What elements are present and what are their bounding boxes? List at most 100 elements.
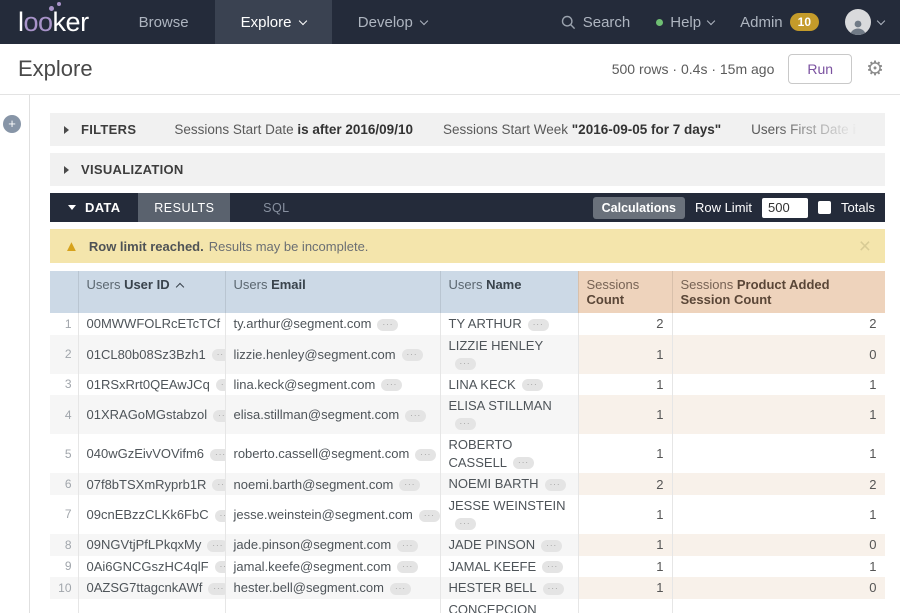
visualization-bar[interactable]: VISUALIZATION	[50, 153, 885, 186]
cell-menu-icon[interactable]: ···	[213, 410, 225, 422]
table-cell[interactable]: 1	[578, 335, 672, 374]
filter-item[interactable]: Sessions Start Week "2016-09-05 for 7 da…	[443, 122, 721, 137]
table-cell[interactable]: concepcion.packard@segment.com···	[225, 599, 440, 613]
run-button[interactable]: Run	[788, 54, 852, 84]
cell-menu-icon[interactable]: ···	[215, 561, 225, 573]
search-button[interactable]: Search	[561, 14, 631, 31]
cell-menu-icon[interactable]: ···	[419, 510, 440, 522]
table-cell[interactable]: 00MWWFOLRcETcTCf···	[78, 313, 225, 335]
table-cell[interactable]: 1	[578, 599, 672, 613]
table-cell[interactable]: 07f8bTSXmRyprb1R···	[78, 473, 225, 495]
cell-menu-icon[interactable]: ···	[210, 449, 225, 461]
cell-menu-icon[interactable]: ···	[399, 479, 420, 491]
table-cell[interactable]: 0	[672, 577, 885, 599]
column-header[interactable]: Users Name	[440, 271, 578, 313]
table-cell[interactable]: ty.arthur@segment.com···	[225, 313, 440, 335]
table-cell[interactable]: lina.keck@segment.com···	[225, 374, 440, 396]
table-cell[interactable]: 1	[672, 434, 885, 473]
table-cell[interactable]: 0	[672, 534, 885, 556]
table-cell[interactable]: 09NGVtjPfLPkqxMy···	[78, 534, 225, 556]
table-cell[interactable]: 01CL80b08Sz3Bzh1···	[78, 335, 225, 374]
table-cell[interactable]: 2	[672, 473, 885, 495]
user-menu[interactable]	[845, 9, 884, 35]
table-cell[interactable]: 01RSxRrt0QEAwJCq···	[78, 374, 225, 396]
cell-menu-icon[interactable]: ···	[528, 319, 549, 331]
table-cell[interactable]: 2	[578, 313, 672, 335]
cell-menu-icon[interactable]: ···	[455, 358, 476, 370]
calculations-button[interactable]: Calculations	[593, 197, 685, 219]
cell-menu-icon[interactable]: ···	[542, 561, 563, 573]
totals-checkbox[interactable]	[818, 201, 831, 214]
table-cell[interactable]: 01XRAGoMGstabzol···	[78, 395, 225, 434]
cell-menu-icon[interactable]: ···	[377, 319, 398, 331]
table-cell[interactable]: HESTER BELL···	[440, 577, 578, 599]
row-limit-input[interactable]	[762, 198, 808, 218]
cell-menu-icon[interactable]: ···	[208, 583, 225, 595]
cell-menu-icon[interactable]: ···	[402, 349, 423, 361]
table-cell[interactable]: JADE PINSON···	[440, 534, 578, 556]
cell-menu-icon[interactable]: ···	[215, 510, 225, 522]
cell-menu-icon[interactable]: ···	[212, 479, 225, 491]
cell-menu-icon[interactable]: ···	[381, 379, 402, 391]
column-header[interactable]: Users User ID	[78, 271, 225, 313]
nav-item-explore[interactable]: Explore	[215, 0, 332, 44]
table-cell[interactable]: LINA KECK···	[440, 374, 578, 396]
expand-fields-button[interactable]: +	[3, 115, 21, 133]
nav-item-develop[interactable]: Develop	[332, 0, 453, 44]
cell-menu-icon[interactable]: ···	[455, 418, 476, 430]
cell-menu-icon[interactable]: ···	[207, 540, 225, 552]
table-cell[interactable]: 040wGzEivVOVifm6···	[78, 434, 225, 473]
column-header[interactable]: Sessions Product Added Session Count	[672, 271, 885, 313]
nav-item-browse[interactable]: Browse	[113, 0, 215, 44]
filter-item[interactable]: Sessions Start Date is after 2016/09/10	[174, 122, 413, 137]
tab-sql[interactable]: SQL	[230, 193, 322, 222]
table-cell[interactable]: 1	[672, 495, 885, 534]
table-cell[interactable]: ROBERTO CASSELL···	[440, 434, 578, 473]
column-header[interactable]: Sessions Count	[578, 271, 672, 313]
cell-menu-icon[interactable]: ···	[522, 379, 543, 391]
table-cell[interactable]: 1	[578, 374, 672, 396]
table-cell[interactable]: CONCEPCION PACKARD···	[440, 599, 578, 613]
table-cell[interactable]: 1	[672, 395, 885, 434]
table-cell[interactable]: ELISA STILLMAN···	[440, 395, 578, 434]
column-header[interactable]: Users Email	[225, 271, 440, 313]
table-cell[interactable]: hester.bell@segment.com···	[225, 577, 440, 599]
table-cell[interactable]: 1	[578, 556, 672, 578]
cell-menu-icon[interactable]: ···	[513, 457, 534, 469]
table-cell[interactable]: 09cnEBzzCLKk6FbC···	[78, 495, 225, 534]
table-cell[interactable]: jade.pinson@segment.com···	[225, 534, 440, 556]
cell-menu-icon[interactable]: ···	[390, 583, 411, 595]
table-cell[interactable]: LIZZIE HENLEY···	[440, 335, 578, 374]
close-icon[interactable]: ×	[859, 236, 871, 257]
table-cell[interactable]: JAMAL KEEFE···	[440, 556, 578, 578]
table-cell[interactable]: 1	[578, 434, 672, 473]
filter-item[interactable]: Users First Date is after 2016/09/10	[751, 122, 871, 137]
table-cell[interactable]: 1	[578, 577, 672, 599]
table-cell[interactable]: 1	[578, 395, 672, 434]
table-cell[interactable]: 1	[672, 556, 885, 578]
table-cell[interactable]: lizzie.henley@segment.com···	[225, 335, 440, 374]
table-cell[interactable]: NOEMI BARTH···	[440, 473, 578, 495]
cell-menu-icon[interactable]: ···	[455, 518, 476, 530]
looker-logo[interactable]: looker	[0, 0, 113, 44]
table-cell[interactable]: 2	[672, 313, 885, 335]
table-cell[interactable]: 2	[578, 473, 672, 495]
table-cell[interactable]: jesse.weinstein@segment.com···	[225, 495, 440, 534]
table-cell[interactable]: 0Ai6GNCGszHC4qlF···	[78, 556, 225, 578]
help-menu[interactable]: Help	[656, 14, 714, 31]
table-cell[interactable]: roberto.cassell@segment.com···	[225, 434, 440, 473]
cell-menu-icon[interactable]: ···	[397, 540, 418, 552]
cell-menu-icon[interactable]: ···	[216, 379, 225, 391]
cell-menu-icon[interactable]: ···	[543, 583, 564, 595]
cell-menu-icon[interactable]: ···	[397, 561, 418, 573]
table-cell[interactable]: 0AZSG7ttagcnkAWf···	[78, 577, 225, 599]
table-cell[interactable]: 1	[578, 495, 672, 534]
table-cell[interactable]: TY ARTHUR···	[440, 313, 578, 335]
table-cell[interactable]: 1	[672, 374, 885, 396]
tab-results[interactable]: RESULTS	[138, 193, 230, 222]
table-cell[interactable]: 0	[672, 335, 885, 374]
table-cell[interactable]: 1	[672, 599, 885, 613]
cell-menu-icon[interactable]: ···	[405, 410, 426, 422]
gear-icon[interactable]: ⚙	[866, 59, 884, 79]
table-cell[interactable]: JESSE WEINSTEIN···	[440, 495, 578, 534]
